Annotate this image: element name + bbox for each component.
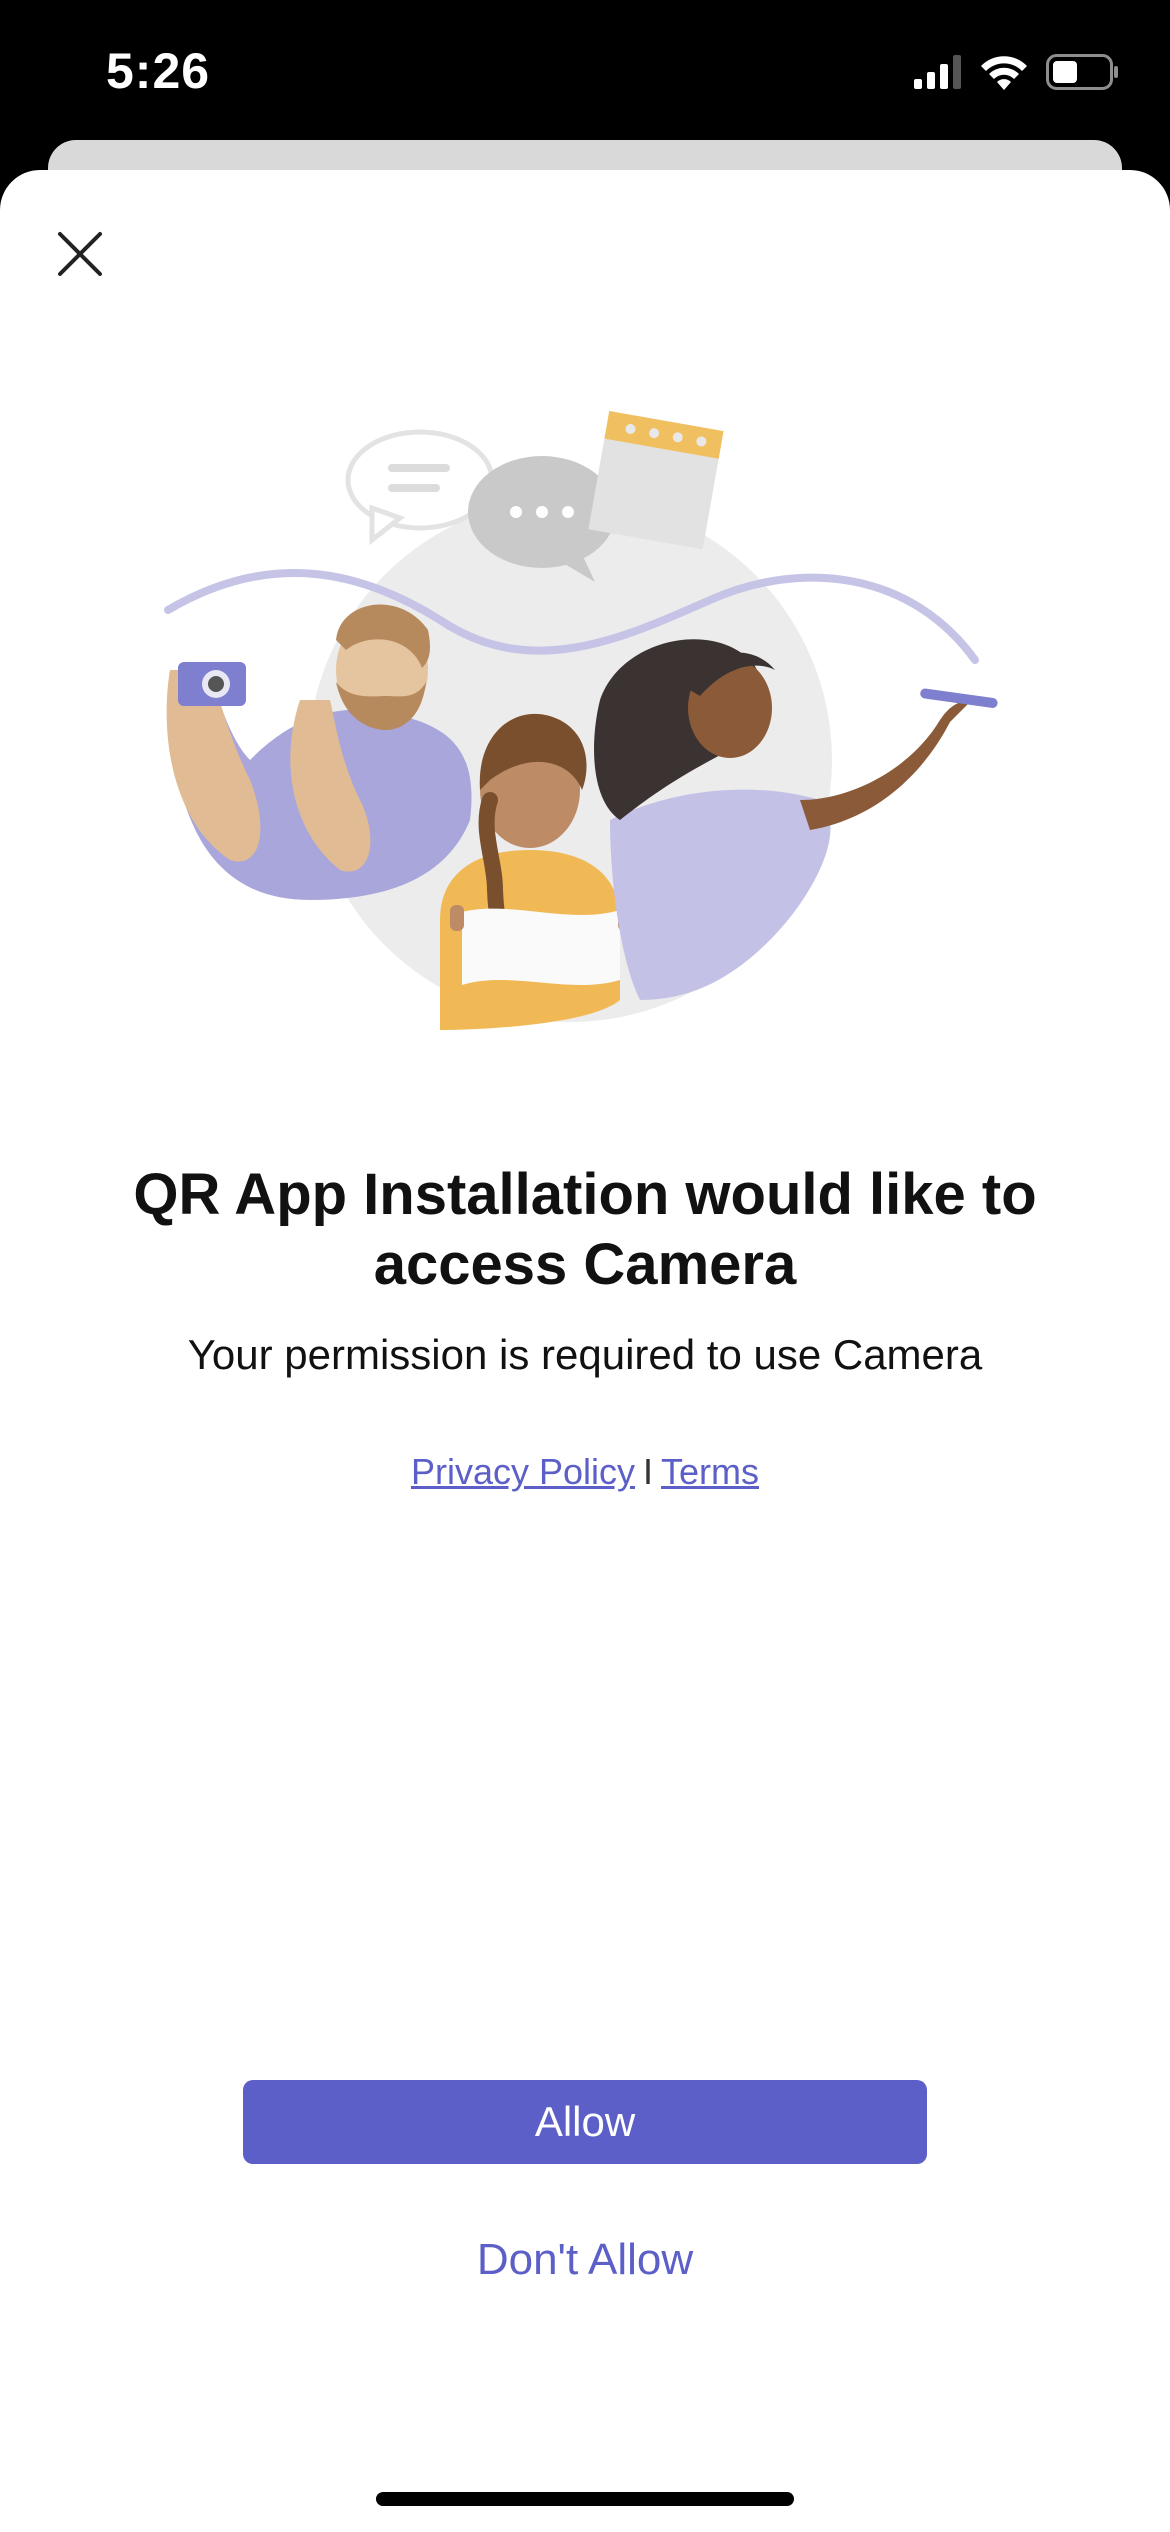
legal-links: Privacy Policy I Terms (60, 1448, 1110, 1496)
privacy-policy-link[interactable]: Privacy Policy (411, 1451, 635, 1492)
status-time: 5:26 (106, 43, 211, 99)
link-separator: I (643, 1451, 654, 1492)
close-icon (56, 230, 104, 283)
close-button[interactable] (44, 220, 116, 292)
cellular-signal-icon (914, 54, 962, 94)
status-icons (914, 50, 1120, 98)
dont-allow-button[interactable]: Don't Allow (243, 2220, 927, 2300)
permission-subtitle: Your permission is required to use Camer… (187, 1331, 983, 1378)
terms-link[interactable]: Terms (661, 1451, 759, 1492)
battery-icon (1046, 53, 1120, 95)
permission-title: QR App Installation would like to access… (133, 1162, 1037, 1297)
home-indicator (376, 2492, 794, 2506)
screen: 5:26 QR App Installation would like to a… (0, 0, 1170, 2532)
wifi-icon (980, 54, 1028, 95)
people-collaboration-illustration (150, 400, 1020, 1030)
permission-sheet: QR App Installation would like to access… (0, 170, 1170, 2532)
allow-button[interactable]: Allow (243, 2080, 927, 2164)
status-bar: 5:26 (0, 0, 1170, 140)
